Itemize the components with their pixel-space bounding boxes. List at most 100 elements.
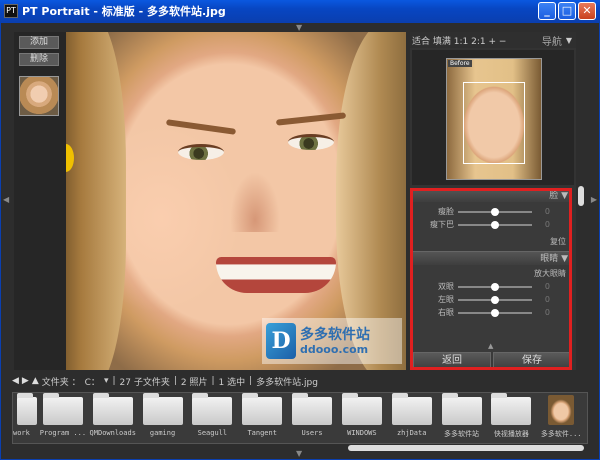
adjustment-panel: 脸 ▼ 瘦脸 0 瘦下巴 0 复位 眼睛 ▼ 放大眼睛 双眼 0 左眼 0 右眼 xyxy=(412,188,572,370)
slider-knob[interactable] xyxy=(491,207,499,216)
photo-item[interactable]: 多多软件... xyxy=(537,393,585,445)
folder-item[interactable]: Users xyxy=(288,393,336,445)
folder-label: 文件夹 ： xyxy=(41,377,81,388)
slider-slim-face[interactable]: 瘦脸 0 xyxy=(412,205,572,218)
folder-label: Seagull xyxy=(197,429,228,437)
folder-label: WINDOWS xyxy=(347,429,377,437)
slider-label: 瘦下巴 xyxy=(430,220,454,229)
folder-item[interactable]: work xyxy=(13,393,37,445)
collapse-left-icon[interactable]: ◀ xyxy=(3,195,9,204)
folder-icon xyxy=(17,393,37,425)
chevron-up-icon[interactable]: ▲ xyxy=(488,342,493,350)
slider-track[interactable] xyxy=(458,220,532,229)
maximize-button[interactable]: □ xyxy=(558,2,576,20)
slider-both-eyes[interactable]: 双眼 0 xyxy=(412,280,572,293)
photo-thumbnail-icon xyxy=(548,395,575,425)
slider-knob[interactable] xyxy=(491,308,499,317)
strip-scroll-thumb[interactable] xyxy=(348,445,584,451)
zoom-in-button[interactable]: + xyxy=(489,37,497,47)
forward-arrow-icon[interactable]: ▶ xyxy=(22,376,29,386)
chevron-down-icon[interactable]: ▾ xyxy=(104,376,109,386)
folder-item[interactable]: Program ... xyxy=(39,393,87,445)
collapse-top-icon[interactable]: ▼ xyxy=(296,23,302,32)
zoom-controls: 适合 填满 1:1 2:1 + − xyxy=(412,34,542,47)
photo-count: 2 照片 xyxy=(180,377,208,388)
slider-slim-chin[interactable]: 瘦下巴 0 xyxy=(412,218,572,231)
face-section-label: 脸 xyxy=(549,191,559,201)
reset-button[interactable]: 复位 xyxy=(412,235,572,248)
folder-label: Tangent xyxy=(247,429,277,437)
photo-mouth xyxy=(216,257,336,293)
slider-label: 瘦脸 xyxy=(438,207,454,216)
zoom-fill-button[interactable]: 填满 xyxy=(433,37,451,47)
face-section-header[interactable]: 脸 ▼ xyxy=(412,188,572,202)
folder-item[interactable]: WINDOWS xyxy=(338,393,386,445)
photo-thumbnail[interactable] xyxy=(19,76,59,116)
folder-item[interactable]: Seagull xyxy=(188,393,236,445)
panel-scrollbar[interactable] xyxy=(578,186,584,206)
close-button[interactable]: ✕ xyxy=(578,2,596,20)
folder-icon xyxy=(491,393,532,425)
photo-hair-left xyxy=(66,32,126,370)
photo-eye-right xyxy=(288,134,334,150)
remove-button[interactable]: 删除 xyxy=(19,53,59,66)
slider-left-eye[interactable]: 左眼 0 xyxy=(412,293,572,306)
chevron-down-icon: ▼ xyxy=(561,254,568,264)
folder-item[interactable]: zhjData xyxy=(388,393,436,445)
navigator-view-rect[interactable] xyxy=(463,82,525,164)
slider-knob[interactable] xyxy=(491,295,499,304)
app-icon: PT xyxy=(4,4,18,18)
strip-scrollbar[interactable] xyxy=(12,445,588,452)
watermark: D 多多软件站 ddooo.com xyxy=(262,318,402,364)
eyes-section-header[interactable]: 眼睛 ▼ xyxy=(412,251,572,265)
subfolder-count: 27 子文件夹 xyxy=(119,377,170,388)
slider-knob[interactable] xyxy=(491,220,499,229)
watermark-name: 多多软件站 xyxy=(300,326,370,343)
drive-selector[interactable]: C： xyxy=(85,375,100,388)
photo-brow-left xyxy=(165,119,237,135)
slider-track[interactable] xyxy=(458,207,532,216)
slider-label: 双眼 xyxy=(438,282,454,291)
zoom-ratio-buttons[interactable]: 1:1 2:1 xyxy=(454,37,486,47)
folder-item[interactable]: gaming xyxy=(139,393,187,445)
add-button[interactable]: 添加 xyxy=(19,36,59,49)
path-bar: ◀ ▶ ▲ 文件夹 ： C： ▾ | 27 子文件夹 | 2 照片 | 1 选中… xyxy=(12,374,572,388)
navigator-title: 导航 xyxy=(541,36,562,48)
folder-icon xyxy=(341,393,382,425)
before-label: Before xyxy=(448,60,472,67)
slider-right-eye[interactable]: 右眼 0 xyxy=(412,306,572,319)
photo-eye-left xyxy=(178,144,224,160)
folder-item[interactable]: Tangent xyxy=(238,393,286,445)
up-arrow-icon[interactable]: ▲ xyxy=(32,376,39,386)
navigator-collapse-icon[interactable]: ▼ xyxy=(566,36,572,45)
zoom-out-button[interactable]: − xyxy=(499,37,507,47)
folder-label: Users xyxy=(301,429,323,437)
minimize-button[interactable]: _ xyxy=(538,2,556,20)
folder-item[interactable]: 多多软件站 xyxy=(438,393,486,445)
current-file: 多多软件站.jpg xyxy=(256,377,318,388)
slider-track[interactable] xyxy=(458,295,532,304)
slider-knob[interactable] xyxy=(491,282,499,291)
photo-list-panel: 添加 删除 xyxy=(14,32,66,370)
back-button[interactable]: 返回 xyxy=(413,352,491,370)
window-title: PT Portrait - 标准版 - 多多软件站.jpg xyxy=(22,5,226,18)
action-buttons: 返回 保存 xyxy=(412,352,572,370)
collapse-right-icon[interactable]: ▶ xyxy=(591,195,597,204)
back-arrow-icon[interactable]: ◀ xyxy=(12,376,19,386)
title-bar: PT PT Portrait - 标准版 - 多多软件站.jpg _ □ ✕ xyxy=(0,0,600,22)
slider-label: 左眼 xyxy=(438,295,454,304)
divider: | xyxy=(249,376,253,386)
folder-icon xyxy=(292,393,333,425)
zoom-fit-button[interactable]: 适合 xyxy=(412,37,430,47)
watermark-logo-icon: D xyxy=(266,323,296,359)
enlarge-eyes-label: 放大眼睛 xyxy=(534,269,566,278)
folder-strip: work Program ... QMDownloads gaming Seag… xyxy=(12,392,588,444)
slider-track[interactable] xyxy=(458,308,532,317)
slider-track[interactable] xyxy=(458,282,532,291)
folder-item[interactable]: QMDownloads xyxy=(89,393,137,445)
navigator-header: 适合 填满 1:1 2:1 + − 导航 ▼ xyxy=(410,32,576,48)
folder-item[interactable]: 快视播放器 xyxy=(487,393,535,445)
folder-icon xyxy=(242,393,283,425)
folder-icon xyxy=(42,393,83,425)
save-button[interactable]: 保存 xyxy=(493,352,571,370)
